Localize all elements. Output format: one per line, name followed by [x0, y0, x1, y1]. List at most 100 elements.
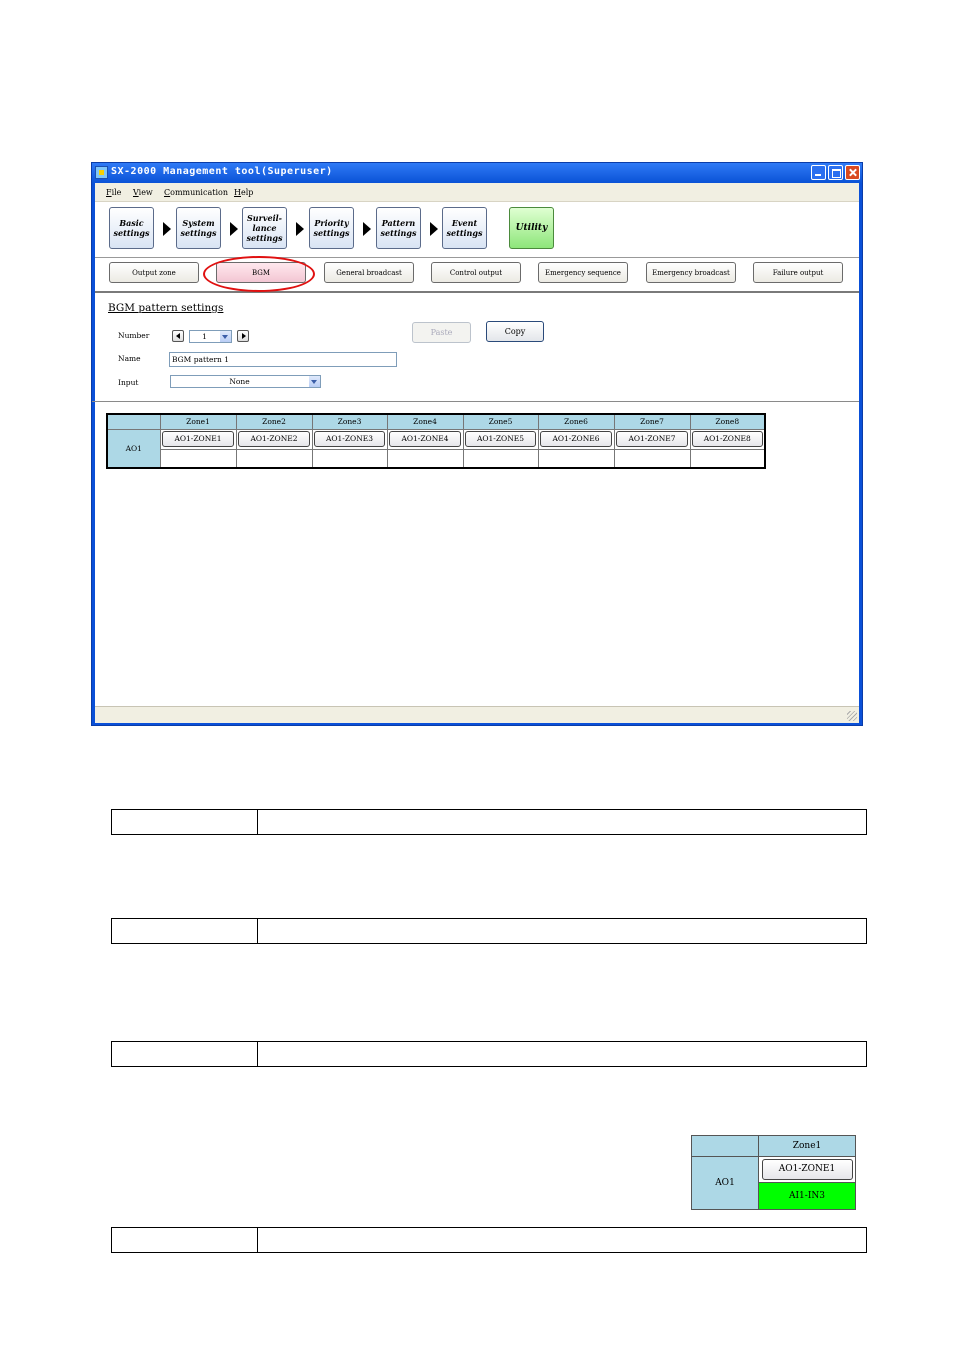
name-field[interactable]: BGM pattern 1: [169, 352, 397, 367]
zone-cell: AO1-ZONE2: [235, 428, 313, 450]
app-window: SX-2000 Management tool(Superuser) File …: [91, 162, 863, 726]
step-label: settings: [246, 233, 283, 243]
window-title: SX-2000 Management tool(Superuser): [111, 166, 333, 177]
zone-button[interactable]: AO1-ZONE6: [540, 431, 612, 447]
step-system-settings[interactable]: System settings: [176, 207, 221, 249]
doc-table-cell: [112, 1228, 258, 1252]
input-cell[interactable]: [537, 448, 615, 469]
input-cell[interactable]: [689, 448, 766, 469]
input-cell[interactable]: [613, 448, 691, 469]
arrow-right-icon: [296, 222, 304, 236]
chevron-down-icon[interactable]: [309, 376, 320, 387]
zone-header: Zone1: [159, 413, 237, 430]
corner-cell: [691, 1135, 759, 1157]
tab-failure-output[interactable]: Failure output: [753, 262, 843, 283]
zone-button[interactable]: AO1-ZONE7: [616, 431, 688, 447]
next-number-button[interactable]: [237, 330, 249, 342]
step-priority-settings[interactable]: Priority settings: [309, 207, 354, 249]
zone-header: Zone2: [235, 413, 313, 430]
zone-button[interactable]: AO1-ZONE1: [761, 1159, 853, 1180]
copy-button[interactable]: Copy: [486, 321, 544, 342]
number-label: Number: [118, 331, 150, 340]
step-event-settings[interactable]: Event settings: [442, 207, 487, 249]
title-bar[interactable]: SX-2000 Management tool(Superuser): [92, 163, 862, 183]
zone-button[interactable]: AO1-ZONE2: [238, 431, 310, 447]
tab-general-broadcast[interactable]: General broadcast: [324, 262, 414, 283]
section-title: BGM pattern settings: [108, 302, 224, 314]
doc-table-row: [111, 809, 867, 835]
zone-header: Zone1: [758, 1135, 856, 1157]
zone-cell: AO1-ZONE6: [537, 428, 615, 450]
zone-header: Zone6: [537, 413, 615, 430]
doc-table-row: [111, 1041, 867, 1067]
example-zone-table: Zone1 AO1 AO1-ZONE1 AI1-IN3: [691, 1135, 856, 1210]
arrow-right-icon: [430, 222, 438, 236]
step-pattern-settings[interactable]: Pattern settings: [376, 207, 421, 249]
close-icon[interactable]: [845, 165, 860, 180]
input-cell[interactable]: [311, 448, 388, 469]
number-select[interactable]: 1: [189, 330, 232, 343]
resize-grip-icon[interactable]: [847, 711, 857, 721]
zone-cell: AO1-ZONE4: [386, 428, 464, 450]
doc-table-cell: [112, 1042, 258, 1066]
tab-output-zone[interactable]: Output zone: [109, 262, 199, 283]
step-label: settings: [446, 228, 483, 238]
arrow-right-icon: [230, 222, 238, 236]
zone-button[interactable]: AO1-ZONE3: [314, 431, 385, 447]
step-label: Utility: [515, 223, 548, 233]
step-label: lance: [252, 223, 277, 233]
input-cell[interactable]: [159, 448, 237, 469]
zone-button[interactable]: AO1-ZONE8: [691, 431, 763, 447]
status-bar: [95, 706, 859, 723]
zone-cell: AO1-ZONE3: [311, 428, 388, 450]
corner-cell: [106, 413, 161, 430]
arrow-right-icon: [363, 222, 371, 236]
zone-header: Zone8: [689, 413, 766, 430]
menu-view[interactable]: View: [133, 188, 153, 197]
step-label: System: [182, 218, 215, 228]
tab-control-output[interactable]: Control output: [431, 262, 521, 283]
menu-file[interactable]: File: [106, 188, 121, 197]
client-area: File View Communication Help Basic settin…: [92, 183, 859, 723]
chevron-down-icon[interactable]: [220, 331, 231, 342]
step-basic-settings[interactable]: Basic settings: [109, 207, 154, 249]
zone-button[interactable]: AO1-ZONE4: [389, 431, 461, 447]
zone-header: Zone4: [386, 413, 464, 430]
step-surveillance-settings[interactable]: Surveil-lance settings: [242, 207, 287, 249]
step-label: settings: [113, 228, 150, 238]
step-utility[interactable]: Utility: [509, 207, 554, 249]
menu-help[interactable]: Help: [234, 188, 253, 197]
input-cell[interactable]: [386, 448, 464, 469]
step-label: Pattern: [381, 218, 416, 228]
step-label: settings: [313, 228, 350, 238]
step-label: settings: [380, 228, 417, 238]
minimize-icon[interactable]: [811, 165, 826, 180]
paste-button[interactable]: Paste: [412, 322, 471, 343]
menu-communication[interactable]: Communication: [164, 188, 228, 197]
app-icon: [95, 166, 108, 179]
previous-number-button[interactable]: [172, 330, 184, 342]
assigned-input-cell[interactable]: AI1-IN3: [758, 1182, 856, 1210]
maximize-icon[interactable]: [828, 165, 843, 180]
doc-table-row: [111, 918, 867, 944]
step-label: Event: [451, 218, 478, 228]
doc-table-cell: [112, 919, 258, 943]
zone-header: Zone7: [613, 413, 691, 430]
tab-emergency-sequence[interactable]: Emergency sequence: [538, 262, 628, 283]
tab-bgm[interactable]: BGM: [216, 262, 306, 283]
step-label: Priority: [314, 218, 349, 228]
input-cell[interactable]: [235, 448, 313, 469]
zone-cell: AO1-ZONE8: [689, 428, 766, 450]
input-label: Input: [118, 378, 139, 387]
name-label: Name: [118, 354, 141, 363]
input-select[interactable]: None: [170, 375, 321, 388]
zone-header: Zone3: [311, 413, 388, 430]
tab-emergency-broadcast[interactable]: Emergency broadcast: [646, 262, 736, 283]
arrow-right-icon: [163, 222, 171, 236]
zone-button[interactable]: AO1-ZONE5: [465, 431, 536, 447]
input-cell[interactable]: [462, 448, 539, 469]
zone-cell: AO1-ZONE1: [159, 428, 237, 450]
row-label: AO1: [691, 1156, 759, 1210]
zone-button[interactable]: AO1-ZONE1: [162, 431, 234, 447]
doc-table-row: [111, 1227, 867, 1253]
